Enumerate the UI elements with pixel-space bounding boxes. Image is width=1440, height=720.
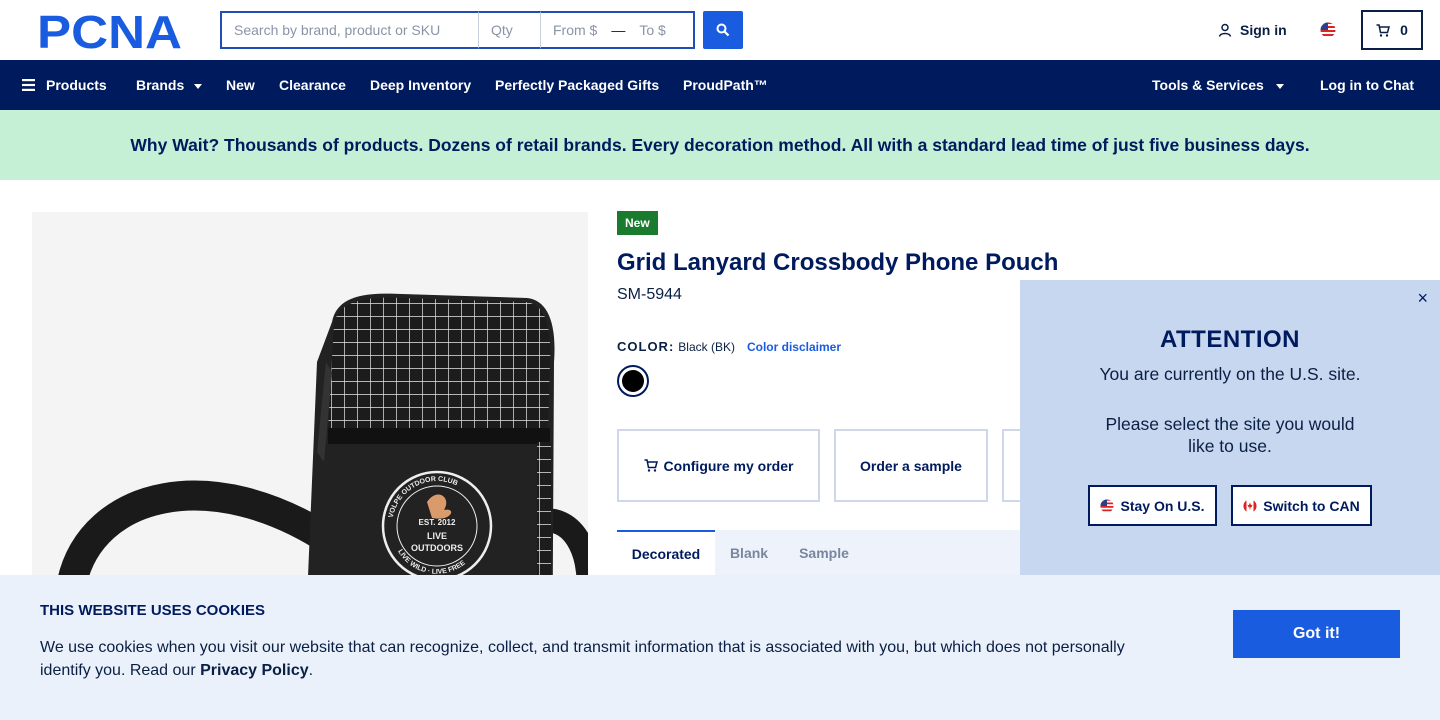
promo-banner: Why Wait? Thousands of products. Dozens … (0, 110, 1440, 180)
nav-deep-inventory-label: Deep Inventory (370, 77, 472, 93)
from-price-placeholder: From $ (553, 22, 598, 38)
pcna-logo[interactable]: PCNA (37, 12, 184, 50)
nav-proudpath-label: ProudPath™ (683, 77, 768, 93)
cart-icon (1376, 23, 1391, 37)
order-sample-label: Order a sample (860, 457, 962, 474)
search-bar: Search by brand, product or SKU Qty From… (220, 11, 695, 49)
color-disclaimer-link[interactable]: Color disclaimer (747, 340, 841, 354)
switch-can-button[interactable]: Switch to CAN (1231, 485, 1372, 526)
cookie-text: We use cookies when you visit our websit… (40, 636, 1150, 682)
qty-input[interactable]: Qty (478, 11, 540, 49)
range-dash: — (611, 22, 626, 38)
nav-brands-label: Brands (136, 77, 185, 93)
nav-new-label: New (226, 77, 255, 93)
cart-icon (644, 459, 658, 472)
attention-select-site: Please select the site you would like to… (1105, 414, 1355, 456)
search-icon (716, 23, 730, 37)
nav-chat-label: Log in to Chat (1320, 77, 1415, 93)
privacy-policy-link[interactable]: Privacy Policy (200, 662, 309, 679)
stay-us-label: Stay On U.S. (1120, 497, 1205, 514)
nav-clearance[interactable]: Clearance (279, 60, 346, 110)
attention-current-site: You are currently on the U.S. site. (1099, 364, 1361, 384)
logo-text: PCNA (37, 12, 182, 50)
tab-blank[interactable]: Blank (717, 530, 781, 575)
chevron-down-icon (194, 83, 203, 89)
close-icon[interactable]: × (1417, 288, 1428, 309)
configure-order-label: Configure my order (663, 457, 794, 474)
nav-gifts-label: Perfectly Packaged Gifts (495, 77, 660, 93)
configure-order-button[interactable]: Configure my order (617, 429, 820, 502)
badge-live-text: LIVE (427, 531, 447, 541)
promo-banner-text: Why Wait? Thousands of products. Dozens … (130, 134, 1310, 155)
search-button[interactable] (703, 11, 743, 49)
color-value: Black (BK) (678, 340, 735, 354)
cookie-accept-button[interactable]: Got it! (1233, 610, 1400, 658)
sign-in-link[interactable]: Sign in (1218, 22, 1287, 38)
sign-in-label: Sign in (1240, 22, 1287, 38)
color-selection: COLOR: Black (BK) Color disclaimer (617, 339, 841, 354)
search-placeholder: Search by brand, product or SKU (234, 22, 441, 38)
nav-products-label: Products (46, 77, 107, 93)
product-sku: SM-5944 (617, 286, 682, 303)
swatch-fill (622, 370, 644, 392)
nav-tools-label: Tools & Services (1152, 77, 1264, 93)
nav-proudpath[interactable]: ProudPath™ (683, 60, 768, 110)
cart-count: 0 (1400, 22, 1408, 38)
new-badge: New (617, 211, 658, 235)
qty-placeholder: Qty (491, 22, 513, 38)
price-range-input[interactable]: From $ — To $ (540, 11, 695, 49)
order-sample-button[interactable]: Order a sample (834, 429, 988, 502)
nav-new[interactable]: New (226, 60, 255, 110)
nav-chat-login[interactable]: Log in to Chat (1320, 60, 1414, 110)
product-title: Grid Lanyard Crossbody Phone Pouch (617, 249, 1059, 276)
search-input[interactable]: Search by brand, product or SKU (220, 11, 478, 49)
nav-brands[interactable]: Brands (136, 60, 203, 110)
color-swatch-black[interactable] (617, 365, 649, 397)
main-nav: Products Brands New Clearance Deep Inven… (0, 60, 1440, 110)
us-flag-icon[interactable] (1320, 22, 1336, 38)
nav-products[interactable]: Products (22, 60, 107, 110)
tab-sample[interactable]: Sample (789, 530, 859, 575)
badge-est-text: EST. 2012 (419, 518, 456, 527)
user-icon (1218, 23, 1232, 37)
cookie-title: THIS WEBSITE USES COOKIES (40, 602, 266, 619)
canada-flag-icon (1243, 498, 1257, 513)
color-label: COLOR: (617, 339, 675, 354)
badge-outdoors-text: OUTDOORS (411, 543, 463, 553)
nav-deep-inventory[interactable]: Deep Inventory (370, 60, 471, 110)
cookie-banner: THIS WEBSITE USES COOKIES We use cookies… (0, 575, 1440, 720)
cookie-period: . (308, 662, 314, 679)
cart-button[interactable]: 0 (1361, 10, 1423, 50)
nav-tools-services[interactable]: Tools & Services (1152, 60, 1284, 110)
chevron-down-icon (1275, 83, 1284, 89)
order-type-tabs: Decorated Blank Sample (617, 530, 1020, 575)
to-price-placeholder: To $ (639, 22, 666, 38)
us-flag-icon (1100, 498, 1115, 513)
attention-heading: ATTENTION (1159, 326, 1301, 353)
switch-can-label: Switch to CAN (1263, 497, 1360, 514)
stay-us-button[interactable]: Stay On U.S. (1088, 485, 1217, 526)
top-header: PCNA Search by brand, product or SKU Qty… (0, 0, 1440, 60)
site-selection-panel: × ATTENTION You are currently on the U.S… (1020, 280, 1440, 576)
tab-decorated[interactable]: Decorated (617, 530, 715, 575)
menu-icon (22, 79, 35, 91)
nav-clearance-label: Clearance (279, 77, 346, 93)
nav-gifts[interactable]: Perfectly Packaged Gifts (495, 60, 659, 110)
